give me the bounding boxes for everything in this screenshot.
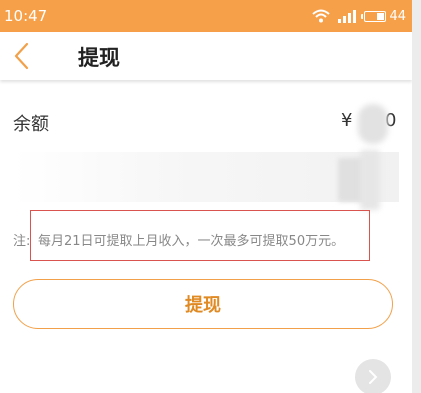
note-prefix: 注: bbox=[13, 234, 31, 249]
app-screen: 10:47 44 提现 余额 ¥ 0 注: 每月21日可提取上月收入，一次最多可… bbox=[0, 0, 412, 393]
battery-indicator: 44 bbox=[361, 8, 406, 24]
chevron-left-icon[interactable] bbox=[10, 40, 34, 72]
chevron-right-icon[interactable] bbox=[355, 359, 391, 393]
status-bar: 10:47 44 bbox=[0, 0, 412, 32]
withdraw-button[interactable]: 提现 bbox=[13, 279, 393, 329]
status-icons: 44 bbox=[312, 9, 406, 24]
balance-currency: ¥ bbox=[341, 110, 353, 131]
battery-fill bbox=[376, 12, 385, 20]
signal-icon bbox=[338, 10, 357, 23]
withdraw-note: 每月21日可提取上月收入，一次最多可提取50万元。 bbox=[38, 234, 345, 249]
wifi-icon bbox=[312, 9, 331, 23]
redacted-balance bbox=[358, 104, 388, 144]
balance-row: 余额 ¥ 0 bbox=[0, 104, 412, 140]
screen-edge bbox=[412, 0, 421, 393]
nav-bar: 提现 bbox=[0, 32, 412, 80]
redacted-area bbox=[360, 150, 380, 210]
status-time: 10:47 bbox=[4, 7, 48, 25]
page-title: 提现 bbox=[78, 46, 120, 70]
battery-level: 44 bbox=[389, 8, 406, 24]
balance-label: 余额 bbox=[13, 114, 49, 135]
battery-icon bbox=[361, 10, 387, 22]
